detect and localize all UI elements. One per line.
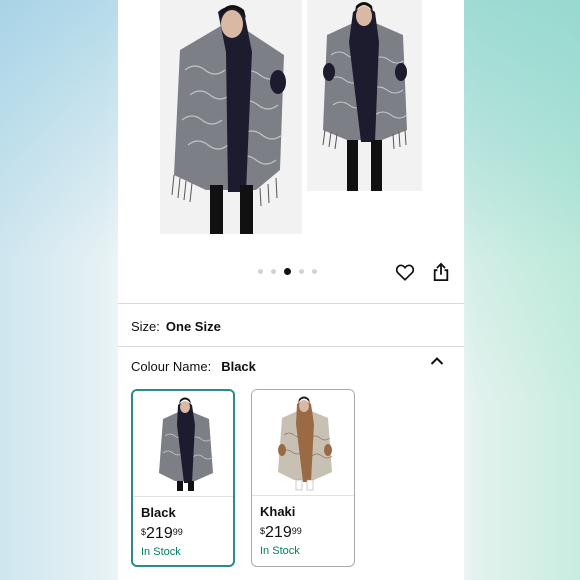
share-icon <box>433 262 449 281</box>
price-fraction: 99 <box>172 527 183 537</box>
colour-option-name: Black <box>141 505 176 520</box>
image-pagination-dots <box>258 268 317 275</box>
price-currency: $ <box>141 527 147 537</box>
chevron-up-icon[interactable] <box>430 356 444 366</box>
colour-option-black[interactable]: Black $21999 In Stock <box>131 389 235 567</box>
colour-value: Black <box>221 359 256 374</box>
product-image-main[interactable] <box>160 0 302 234</box>
pagination-dot[interactable] <box>299 269 304 274</box>
section-divider <box>118 346 464 347</box>
size-selector: Size: One Size <box>131 319 221 334</box>
colour-selector-header[interactable]: Colour Name: Black <box>131 359 256 374</box>
price-whole: 219 <box>146 525 173 542</box>
product-detail-panel: Size: One Size Colour Name: Black Black … <box>118 0 464 580</box>
colour-option-khaki[interactable]: Khaki $21999 In Stock <box>251 389 355 567</box>
pagination-dot[interactable] <box>312 269 317 274</box>
colour-option-price: $21999 <box>141 525 183 543</box>
pagination-dot[interactable] <box>271 269 276 274</box>
product-image-secondary[interactable] <box>307 0 422 191</box>
share-button[interactable] <box>430 261 452 283</box>
colour-option-thumbnail <box>133 391 233 496</box>
section-divider <box>118 303 464 304</box>
wishlist-button[interactable] <box>394 261 416 283</box>
pagination-dot-active[interactable] <box>284 268 291 275</box>
size-label: Size: <box>131 319 160 334</box>
price-fraction: 99 <box>291 526 302 536</box>
swatch-divider <box>252 495 354 496</box>
colour-option-price: $21999 <box>260 524 302 542</box>
colour-option-name: Khaki <box>260 504 296 519</box>
stock-status: In Stock <box>141 546 181 558</box>
colour-option-thumbnail <box>252 390 354 495</box>
heart-outline-icon <box>395 264 415 281</box>
background-gradient-right <box>460 0 580 580</box>
price-whole: 219 <box>265 524 292 541</box>
swatch-divider <box>133 496 233 497</box>
colour-label: Colour Name: <box>131 359 212 374</box>
size-value: One Size <box>165 319 221 334</box>
pagination-dot[interactable] <box>258 269 263 274</box>
stock-status: In Stock <box>260 545 300 557</box>
price-currency: $ <box>260 526 266 536</box>
